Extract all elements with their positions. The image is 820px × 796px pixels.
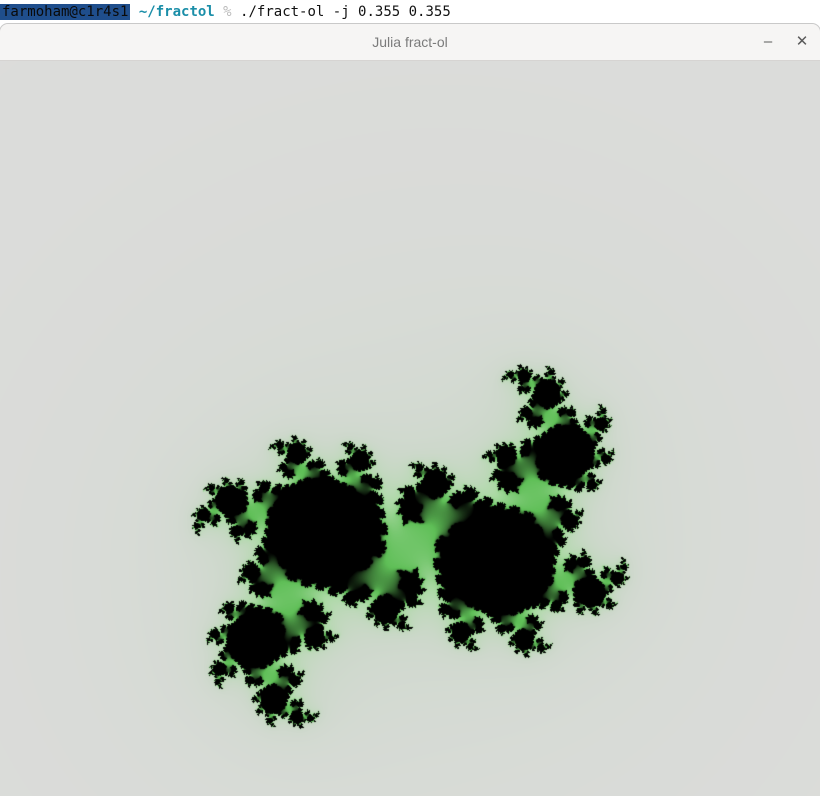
window-titlebar[interactable]: Julia fract-ol – ✕ (0, 24, 820, 61)
terminal-command-line: farmoham@c1r4s1 ~/fractol % ./fract-ol -… (0, 0, 820, 24)
minimize-icon[interactable]: – (756, 30, 780, 54)
terminal-prompt-symbol: % (223, 4, 232, 20)
terminal-command: ./fract-ol -j 0.355 0.355 (240, 4, 451, 20)
fractal-window: Julia fract-ol – ✕ (0, 24, 820, 796)
terminal-user-host: farmoham@c1r4s1 (0, 4, 131, 20)
terminal-cwd: ~/fractol (138, 4, 215, 20)
julia-fractal-canvas[interactable] (0, 61, 820, 796)
window-title: Julia fract-ol (372, 34, 448, 50)
close-icon[interactable]: ✕ (790, 30, 814, 54)
